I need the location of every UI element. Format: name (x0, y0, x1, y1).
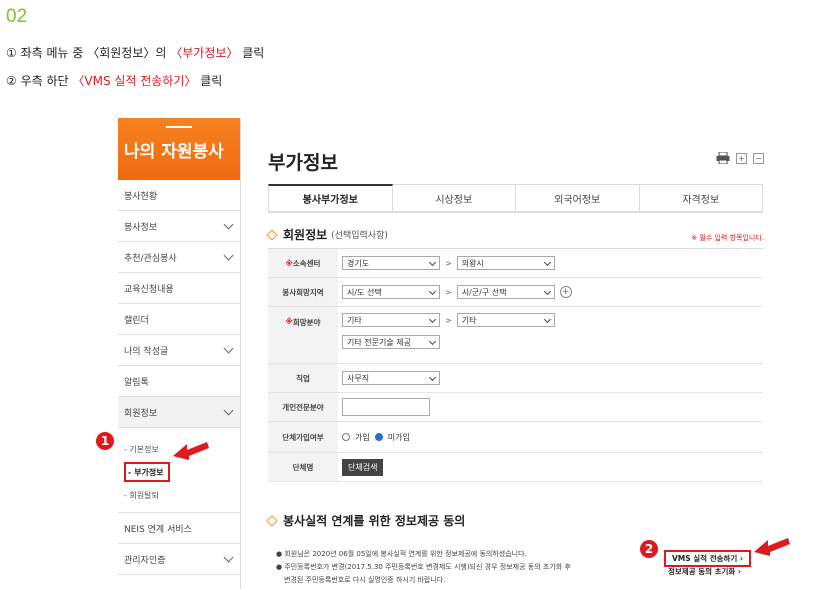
arrow-icon (173, 442, 209, 460)
sidebar-sub-additional[interactable]: - 부가정보 (124, 462, 170, 482)
sidebar-item-info[interactable]: 봉사정보 (118, 211, 240, 242)
job-label: 직업 (268, 364, 338, 392)
center-province-select[interactable]: 경기도 (342, 256, 440, 270)
step-badge-1: 1 (96, 432, 114, 450)
chevron-down-icon (223, 250, 234, 261)
chevron-down-icon (223, 405, 234, 416)
tab-certificates[interactable]: 자격정보 (639, 184, 763, 212)
radio-join[interactable] (342, 433, 350, 441)
sidebar-item-neis[interactable]: NEIS 연계 서비스 (118, 513, 240, 544)
group-name-label: 단체명 (268, 453, 338, 481)
add-region-icon[interactable]: + (559, 286, 572, 298)
sidebar-item-posts[interactable]: 나의 작성글 (118, 335, 240, 366)
sidebar-item-education[interactable]: 교육신청내용 (118, 273, 240, 304)
main-content: 부가정보 + − 봉사부가정보 시상정보 외국어정보 자격정보 회원정보 (선택입… (266, 118, 768, 589)
field-label: ※ 희망분야 (268, 307, 338, 363)
print-icon[interactable] (716, 152, 730, 164)
region-province-select[interactable]: 시/도 선택 (342, 285, 440, 299)
sidebar-item-calendar[interactable]: 캘린더 (118, 304, 240, 335)
step-badge-2: 2 (640, 540, 658, 558)
sidebar-item-recommend[interactable]: 추천/관심봉사 (118, 242, 240, 273)
screenshot: 나의 자원봉사 봉사현황 봉사정보 추천/관심봉사 교육신청내용 캘린더 나의 … (118, 118, 768, 589)
chevron-down-icon (223, 343, 234, 354)
chevron-down-icon (223, 552, 234, 563)
chevron-down-icon (223, 219, 234, 230)
group-search-button[interactable]: 단체검색 (342, 458, 384, 476)
field-select-2[interactable]: 기타 (456, 313, 555, 327)
diamond-icon (266, 228, 278, 241)
diamond-icon (266, 514, 278, 527)
center-city-select[interactable]: 의왕시 (456, 256, 555, 270)
radio-not-join[interactable] (374, 433, 383, 441)
tab-languages[interactable]: 외국어정보 (516, 184, 640, 212)
region-label: 봉사희망지역 (268, 278, 338, 306)
instruction-1: ① 좌측 메뉴 중 〈회원정보〉의 〈부가정보〉 클릭 (6, 46, 265, 60)
group-label: 단체가입여부 (268, 422, 338, 452)
consent-reset-button[interactable]: 정보제공 동의 초기화 › (668, 566, 741, 577)
radio-join-label: 가입 (355, 432, 370, 442)
sidebar-title: 나의 자원봉사 (118, 118, 240, 180)
center-label: ※ 소속센터 (268, 249, 338, 277)
instruction-2: ② 우측 하단 〈VMS 실적 전송하기〉 클릭 (6, 74, 223, 88)
section-consent: 봉사실적 연계를 위한 정보제공 동의 (266, 512, 465, 529)
page-tools: + − (716, 152, 764, 164)
sidebar-item-alarm[interactable]: 알림톡 (118, 366, 240, 397)
zoom-out-icon[interactable]: − (753, 152, 764, 164)
sidebar-sub-withdraw[interactable]: - 회원탈퇴 (124, 484, 240, 506)
expert-input[interactable] (342, 398, 430, 416)
expert-label: 개인전문분야 (268, 393, 338, 421)
arrow-icon (754, 538, 790, 556)
job-select[interactable]: 사무직 (342, 371, 440, 385)
tab-awards[interactable]: 시상정보 (392, 184, 516, 212)
consent-notice: ● 회원님은 2020년 06월 05일에 봉사실적 연계를 위한 정보제공에 … (276, 550, 571, 584)
page-title: 부가정보 (268, 152, 338, 174)
sidebar-item-admin[interactable]: 관리자인증 (118, 544, 240, 575)
radio-not-join-label: 미가입 (387, 432, 410, 442)
field-select-3[interactable]: 기타 전문기술 제공 (342, 335, 440, 349)
required-note: ※ 필수 입력 항목입니다. (691, 234, 764, 242)
vms-send-button[interactable]: VMS 실적 전송하기 › (664, 550, 751, 567)
step-number: 02 (6, 6, 28, 27)
sidebar-item-status[interactable]: 봉사현황 (118, 180, 240, 211)
zoom-in-icon[interactable]: + (736, 152, 747, 164)
tab-volunteer-additional[interactable]: 봉사부가정보 (268, 184, 393, 212)
field-select-1[interactable]: 기타 (342, 313, 440, 327)
info-form: ※ 소속센터 경기도 > 의왕시 봉사희망지역 시/도 선택 > 시/군/구 선택 + ※ 희… (268, 248, 763, 482)
tab-bar: 봉사부가정보 시상정보 외국어정보 자격정보 (268, 184, 763, 213)
sidebar: 나의 자원봉사 봉사현황 봉사정보 추천/관심봉사 교육신청내용 캘린더 나의 … (118, 118, 241, 589)
section-member-info: 회원정보 (선택입력사항) (266, 226, 388, 243)
sidebar-item-member[interactable]: 회원정보 (118, 397, 240, 428)
region-city-select[interactable]: 시/군/구 선택 (456, 285, 555, 299)
